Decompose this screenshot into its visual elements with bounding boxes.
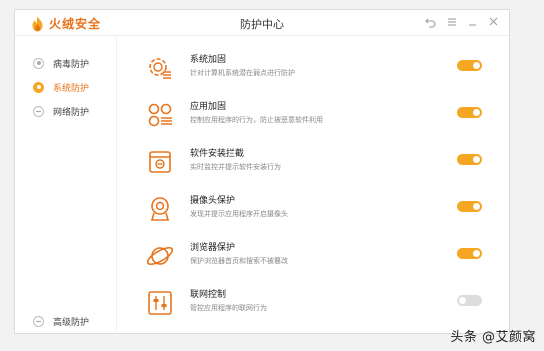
install-block-icon	[145, 147, 175, 177]
feature-row-app-hardening: 应用加固 控制应用程序的行为，防止被恶意软件利用	[118, 94, 509, 140]
feature-title: 浏览器保护	[190, 243, 236, 253]
camera-icon	[145, 194, 175, 224]
advanced-shield-icon	[33, 315, 44, 327]
feature-row-network-control: 联网控制 管控应用程序的联网行为	[118, 282, 509, 328]
sidebar: 病毒防护 系统防护 网络防护 高级防护	[15, 37, 117, 334]
camera-protection-toggle[interactable]	[457, 201, 482, 212]
title-bar: 火绒安全 防护中心	[15, 10, 509, 36]
sidebar-item-label: 网络防护	[53, 107, 90, 118]
feature-description: 实时监控并提示软件安装行为	[190, 163, 281, 171]
feature-title: 软件安装拦截	[190, 149, 245, 159]
watermark-text: 头条 @艾颜窝	[450, 330, 536, 345]
system-hardening-toggle[interactable]	[457, 60, 482, 71]
window-controls	[425, 15, 499, 29]
system-shield-icon	[33, 81, 44, 93]
network-shield-icon	[33, 105, 44, 117]
install-block-toggle[interactable]	[457, 154, 482, 165]
sidebar-item-network-protection[interactable]: 网络防护	[33, 103, 89, 119]
menu-icon[interactable]	[446, 15, 457, 29]
gear-list-icon	[145, 53, 175, 83]
feature-list: 系统加固 针对计算机系统潜在弱点进行防护 应用加固 控制应用程序的行为，防止被恶…	[118, 37, 509, 333]
app-window: 火绒安全 防护中心 病毒防护 系统防护 网络防护 高级防护 系统加固 针对计算机…	[14, 9, 510, 334]
feature-title: 系统加固	[190, 55, 227, 65]
virus-shield-icon	[33, 57, 44, 69]
feature-title: 摄像头保护	[190, 196, 236, 206]
feature-row-camera-protection: 摄像头保护 发现并提示应用程序开启摄像头	[118, 188, 509, 234]
browser-planet-icon	[145, 241, 175, 271]
feature-row-system-hardening: 系统加固 针对计算机系统潜在弱点进行防护	[118, 47, 509, 93]
feature-description: 发现并提示应用程序开启摄像头	[190, 210, 288, 218]
app-grid-icon	[145, 100, 175, 130]
sidebar-item-label: 高级防护	[53, 317, 90, 328]
network-control-toggle[interactable]	[457, 295, 482, 306]
feature-row-browser-protection: 浏览器保护 保护浏览器首页和搜索不被篡改	[118, 235, 509, 281]
app-hardening-toggle[interactable]	[457, 107, 482, 118]
feature-description: 管控应用程序的联网行为	[190, 304, 267, 312]
sidebar-item-label: 系统防护	[53, 83, 90, 94]
feature-title: 联网控制	[190, 290, 227, 300]
back-icon[interactable]	[425, 15, 436, 29]
sidebar-item-virus-protection[interactable]: 病毒防护	[33, 55, 89, 71]
sidebar-item-label: 病毒防护	[53, 59, 90, 70]
sidebar-item-advanced-protection[interactable]: 高级防护	[33, 313, 89, 329]
sidebar-item-system-protection[interactable]: 系统防护	[33, 79, 89, 95]
feature-row-install-block: 软件安装拦截 实时监控并提示软件安装行为	[118, 141, 509, 187]
browser-protection-toggle[interactable]	[457, 248, 482, 259]
network-control-icon	[145, 288, 175, 318]
feature-title: 应用加固	[190, 102, 227, 112]
minimize-icon[interactable]	[467, 15, 478, 29]
feature-description: 保护浏览器首页和搜索不被篡改	[190, 257, 288, 265]
close-icon[interactable]	[488, 15, 499, 29]
feature-description: 控制应用程序的行为，防止被恶意软件利用	[190, 116, 323, 124]
feature-description: 针对计算机系统潜在弱点进行防护	[190, 69, 295, 77]
